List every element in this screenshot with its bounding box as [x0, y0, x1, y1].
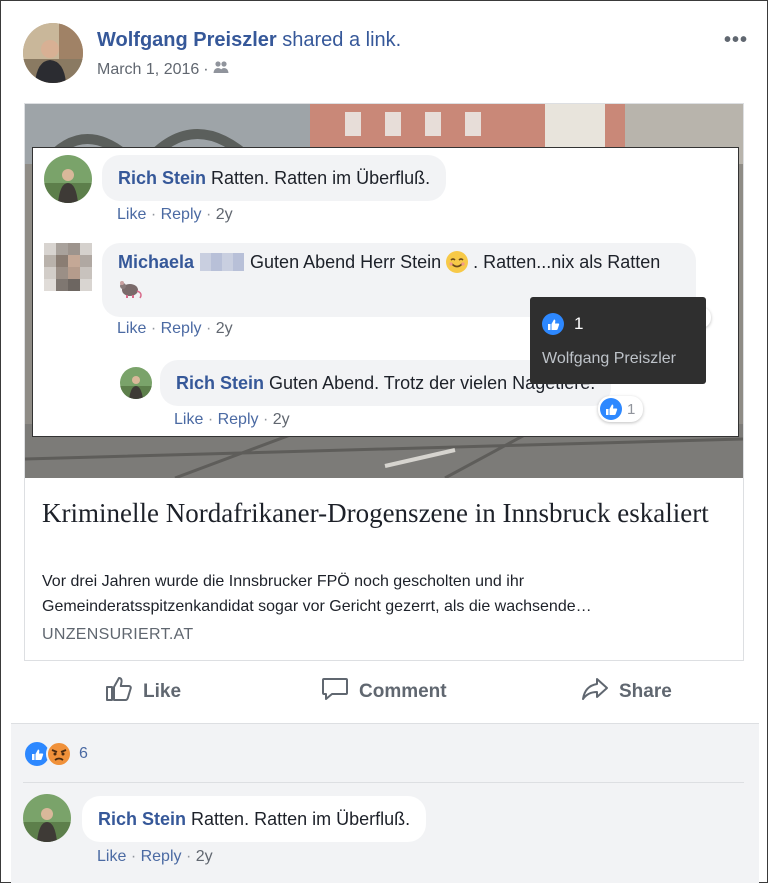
comment-reply-link[interactable]: Reply	[161, 206, 202, 223]
thumbs-up-icon	[105, 676, 133, 708]
comment-reply-link[interactable]: Reply	[161, 320, 202, 337]
comment-author[interactable]: Rich Stein	[118, 164, 206, 192]
comment-age[interactable]: 2y	[216, 320, 233, 337]
tooltip-name: Wolfgang Preiszler	[542, 350, 676, 367]
meta-separator: ·	[203, 60, 209, 78]
like-icon	[542, 313, 564, 335]
commenter-avatar[interactable]	[44, 155, 92, 203]
rat-icon	[118, 277, 144, 307]
comment-text: Ratten. Ratten im Überfluß.	[211, 168, 431, 188]
post-action-text[interactable]: shared a link.	[282, 29, 401, 51]
commenter-avatar-blurred[interactable]	[44, 243, 92, 291]
comment-age[interactable]: 2y	[273, 411, 290, 428]
smiling-face-icon	[445, 250, 469, 274]
comments-section: 6 Rich Stein Ratten. Ratten im Überfluß.…	[11, 723, 759, 883]
comment-button[interactable]: Comment	[321, 667, 447, 717]
comment-icon	[321, 676, 349, 708]
more-dots-icon[interactable]: •••	[724, 29, 748, 52]
angry-icon	[45, 740, 73, 768]
comment-reply-link[interactable]: Reply	[141, 848, 182, 865]
post-header: Wolfgang Preiszler shared a link. March …	[23, 23, 748, 87]
comment-reaction-count[interactable]: 1	[598, 396, 644, 422]
post-author-line: Wolfgang Preiszler shared a link.	[97, 29, 401, 52]
comment-bubble: Rich Stein Ratten. Ratten im Überfluß.	[102, 155, 447, 201]
share-button[interactable]: Share	[581, 667, 672, 717]
link-domain: UNZENSURIERT.AT	[42, 626, 194, 643]
share-arrow-icon	[581, 676, 609, 708]
comment-actions: Like · Reply · 2y	[97, 848, 213, 865]
comment-age[interactable]: 2y	[196, 848, 213, 865]
comment-text: Ratten. Ratten im Überfluß.	[191, 809, 411, 829]
link-title[interactable]: Kriminelle Nordafrikaner-Drogenszene in …	[42, 496, 722, 530]
post-meta: March 1, 2016 ·	[97, 60, 229, 79]
post-card: Wolfgang Preiszler shared a link. March …	[0, 0, 768, 883]
comment-author[interactable]: Rich Stein	[176, 369, 264, 397]
comment-actions: Like · Reply · 2y	[174, 411, 290, 428]
post-date[interactable]: March 1, 2016	[97, 61, 199, 79]
link-description: Vor drei Jahren wurde die Innsbrucker FP…	[42, 573, 592, 615]
post-actions-bar: Like Comment Share	[1, 667, 767, 719]
like-icon	[600, 398, 622, 420]
post-author-name[interactable]: Wolfgang Preiszler	[97, 29, 277, 51]
comment-author[interactable]: Rich Stein	[98, 805, 186, 833]
tooltip-count: 1	[574, 314, 584, 333]
redacted-surname	[200, 253, 245, 271]
comment-bubble: Rich Stein Ratten. Ratten im Überfluß.	[82, 796, 427, 842]
commenter-avatar[interactable]	[23, 794, 71, 842]
embedded-comments-screenshot: Rich Stein Ratten. Ratten im Überfluß. L…	[32, 147, 739, 437]
comment-like-link[interactable]: Like	[174, 411, 203, 428]
friends-icon[interactable]	[213, 60, 229, 79]
reaction-summary[interactable]: 6	[23, 740, 88, 768]
reaction-count[interactable]: 6	[79, 745, 88, 763]
comment-like-link[interactable]: Like	[117, 320, 146, 337]
commenter-avatar[interactable]	[120, 367, 152, 399]
comment-actions: Like · Reply · 2y	[117, 320, 233, 337]
comment-reply-link[interactable]: Reply	[218, 411, 259, 428]
comment-actions: Like · Reply · 2y	[117, 206, 233, 223]
reaction-tooltip: 1 Wolfgang Preiszler	[530, 297, 706, 384]
comment-age[interactable]: 2y	[216, 206, 233, 223]
comment-like-link[interactable]: Like	[97, 848, 126, 865]
comment-text: Guten Abend Herr Stein	[250, 252, 442, 272]
comment-text-continued: . Ratten...nix als Ratten	[473, 252, 661, 272]
like-button[interactable]: Like	[105, 667, 181, 717]
author-avatar[interactable]	[23, 23, 83, 83]
comment-like-link[interactable]: Like	[117, 206, 146, 223]
comment-author[interactable]: Michaela	[118, 248, 194, 276]
divider	[23, 782, 744, 783]
